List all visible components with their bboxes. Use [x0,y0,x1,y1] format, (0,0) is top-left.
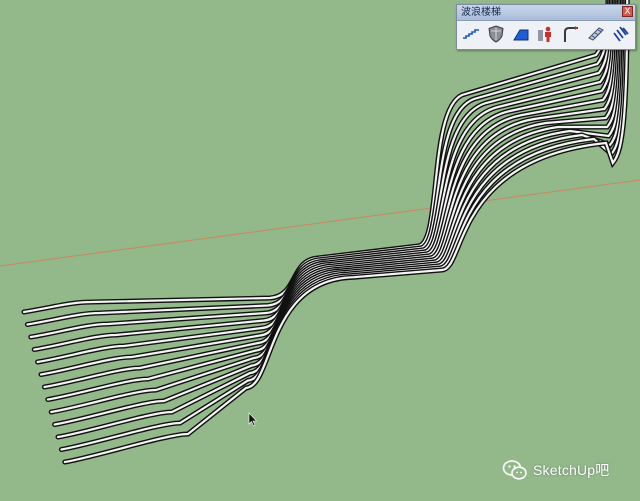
stair-stripe-outline[interactable] [41,0,621,390]
mouse-cursor-icon [248,412,258,427]
stair-stripe-face [36,0,616,364]
stair-stripe-outline[interactable] [55,0,627,440]
stair-stripe-face [56,0,626,439]
stair-stripe-face [60,0,627,451]
ramp-icon [513,29,529,41]
shield-tool-button[interactable] [486,24,506,44]
watermark-text: SketchUp吧 [533,462,610,478]
stair-stripe-face [33,0,614,351]
stair-stripe-outline[interactable] [35,0,617,365]
figure-tool-button[interactable] [536,24,556,44]
diagonal-lines-tool-button[interactable] [611,24,631,44]
stair-module-icon [588,27,604,41]
wave-steps-icon [463,29,479,39]
arc-corner-icon [564,26,578,42]
stair-stripe-outline[interactable] [31,0,616,352]
diagonal-lines-icon [613,26,629,42]
stair-stripe-outline[interactable] [45,0,622,402]
ramp-tool-button[interactable] [511,24,531,44]
stair-stripe-face [53,0,624,426]
arc-corner-tool-button[interactable] [561,24,581,44]
stair-stripe-face [46,0,621,401]
stair-stripe-outline[interactable] [48,0,624,415]
toolbar-title: 波浪楼梯 [461,7,501,18]
stair-stripe-face [50,0,622,414]
stair-stripe-face [39,0,618,376]
person-icon [538,26,551,42]
wave-stair-tool-button[interactable] [461,24,481,44]
shield-icon [488,25,504,43]
modeling-viewport[interactable]: 波浪楼梯 X SketchUp吧 [0,0,640,501]
stair-stripe-outline[interactable] [52,0,625,427]
stair-module-tool-button[interactable] [586,24,606,44]
close-button[interactable]: X [622,6,633,17]
wave-stair-model[interactable] [0,0,640,501]
stair-stripes [21,0,630,465]
watermark: SketchUp吧 [502,458,610,482]
red-axis-line [0,179,640,267]
stair-stripe-outline[interactable] [38,0,619,377]
toolbar-titlebar[interactable]: 波浪楼梯 X [457,5,635,21]
wave-stair-toolbar[interactable]: 波浪楼梯 X [456,4,636,50]
wechat-icon [502,460,527,480]
stair-stripe-face [43,0,619,389]
toolbar-tools [461,24,631,44]
stair-stripe-outline[interactable] [58,0,629,452]
